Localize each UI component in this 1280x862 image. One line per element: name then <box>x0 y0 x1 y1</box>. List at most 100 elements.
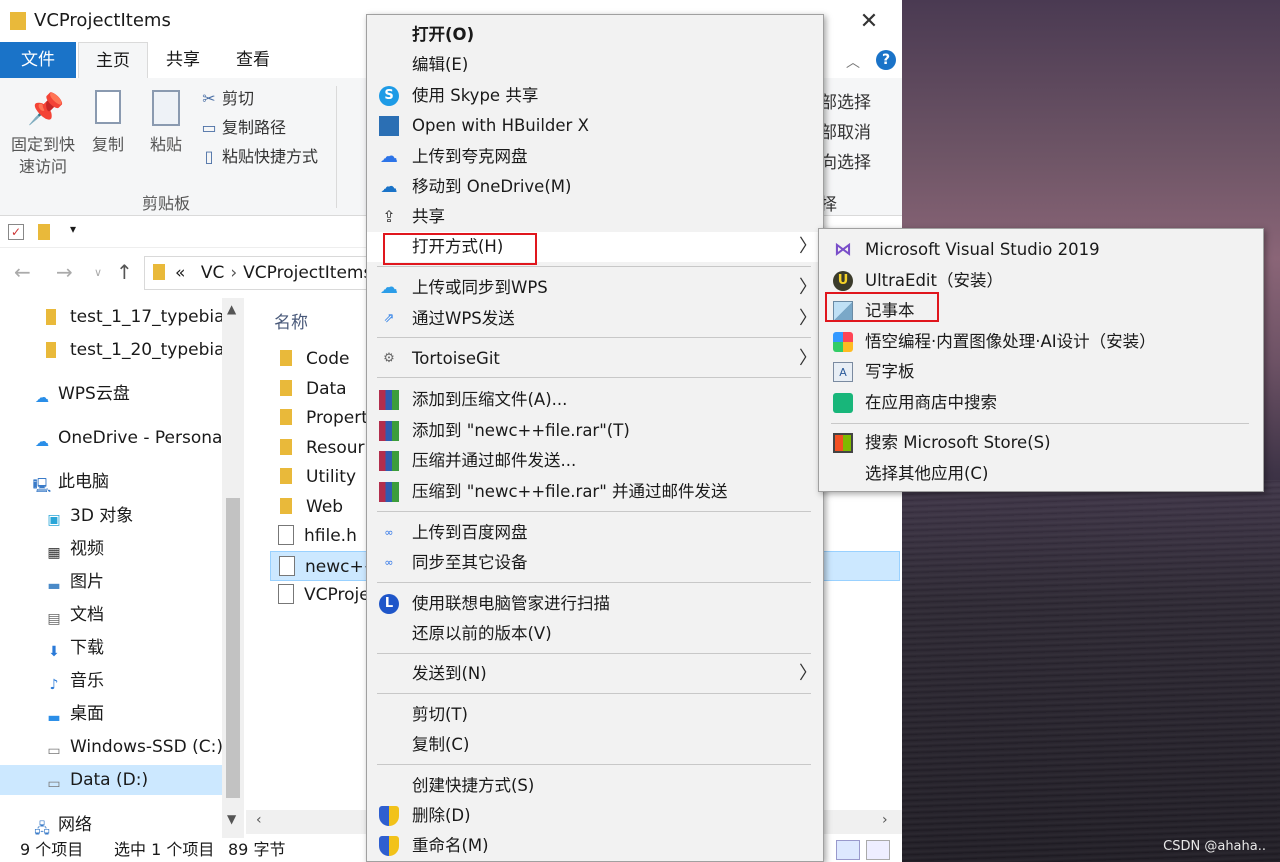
menu-label: 添加到 "newc++file.rar"(T) <box>412 421 630 440</box>
large-icons-view-icon[interactable] <box>866 840 890 860</box>
nav-label: 此电脑 <box>58 472 109 492</box>
file-name: Utility <box>306 467 357 487</box>
nav-3d-objects[interactable]: ▣ 3D 对象 <box>44 501 133 531</box>
nav-drive-d[interactable]: ▭ Data (D:) <box>0 765 222 795</box>
menu-label: 使用 Skype 共享 <box>412 86 539 105</box>
forward-arrow-icon[interactable]: → <box>56 260 73 284</box>
details-view-icon[interactable] <box>836 840 860 860</box>
scroll-thumb[interactable] <box>226 498 240 798</box>
tab-view[interactable]: 查看 <box>218 42 288 78</box>
menu-share[interactable]: ⇪ 共享 <box>367 202 823 232</box>
submenu-arrow-icon: 〉 <box>799 308 817 329</box>
scroll-down-icon[interactable]: ▼ <box>227 812 236 826</box>
app-store-search[interactable]: 在应用商店中搜索 <box>819 388 1263 418</box>
address-overflow[interactable]: « <box>175 263 185 283</box>
menu-label: 使用联想电脑管家进行扫描 <box>412 594 610 613</box>
help-icon[interactable]: ? <box>876 50 896 70</box>
nav-onedrive[interactable]: ☁ OneDrive - Personal <box>32 423 227 453</box>
nav-folder-test120[interactable]: test_1_20_typebian <box>46 335 235 365</box>
paste-button[interactable]: 粘贴 <box>146 90 186 156</box>
nav-music[interactable]: ♪ 音乐 <box>44 666 104 696</box>
menu-quark-upload[interactable]: ☁ 上传到夸克网盘 <box>367 142 823 172</box>
collapse-ribbon-icon[interactable]: ︿ <box>846 52 860 72</box>
tab-share[interactable]: 共享 <box>150 42 216 78</box>
winrar-icon <box>379 451 399 471</box>
app-search-ms-store[interactable]: 搜索 Microsoft Store(S) <box>819 428 1263 458</box>
menu-sync-devices[interactable]: ∞ 同步至其它设备 <box>367 548 823 578</box>
menu-send-to[interactable]: 发送到(N) 〉 <box>367 659 823 689</box>
app-visual-studio[interactable]: ⋈ Microsoft Visual Studio 2019 <box>819 235 1263 265</box>
nav-videos[interactable]: ▦ 视频 <box>44 534 104 564</box>
menu-copy[interactable]: 复制(C) <box>367 730 823 760</box>
menu-open[interactable]: 打开(O) <box>367 20 823 50</box>
menu-hbuilder[interactable]: Open with HBuilder X <box>367 111 823 141</box>
menu-tortoisegit[interactable]: ⚙ TortoiseGit 〉 <box>367 344 823 374</box>
highlight-notepad <box>825 292 939 322</box>
menu-add-archive[interactable]: 添加到压缩文件(A)... <box>367 385 823 415</box>
menu-skype-share[interactable]: S 使用 Skype 共享 <box>367 81 823 111</box>
recent-locations-icon[interactable]: ∨ <box>94 266 102 279</box>
menu-compress-rar-email[interactable]: 压缩到 "newc++file.rar" 并通过邮件发送 <box>367 477 823 507</box>
copy-path-button[interactable]: ▭ 复制路径 <box>200 115 286 141</box>
tab-home[interactable]: 主页 <box>78 42 148 78</box>
up-arrow-icon[interactable]: ↑ <box>116 260 133 284</box>
paste-shortcut-button[interactable]: ▯ 粘贴快捷方式 <box>200 144 318 170</box>
app-choose-other[interactable]: 选择其他应用(C) <box>819 459 1263 489</box>
clipboard-group-label: 剪贴板 <box>142 194 191 213</box>
scroll-up-icon[interactable]: ▲ <box>227 302 236 316</box>
breadcrumb-vc[interactable]: VC <box>201 263 225 283</box>
file-name: Propert <box>306 408 368 428</box>
menu-cut[interactable]: 剪切(T) <box>367 700 823 730</box>
nav-desktop[interactable]: ▬ 桌面 <box>44 699 104 729</box>
menu-separator <box>377 337 811 338</box>
invert-selection-button[interactable]: 向选择 <box>820 148 871 173</box>
nav-label: 视频 <box>70 539 104 559</box>
menu-compress-email[interactable]: 压缩并通过邮件发送... <box>367 446 823 476</box>
menu-baidu-upload[interactable]: ∞ 上传到百度网盘 <box>367 518 823 548</box>
menu-move-onedrive[interactable]: ☁ 移动到 OneDrive(M) <box>367 172 823 202</box>
back-arrow-icon[interactable]: ← <box>14 260 31 284</box>
new-folder-icon[interactable] <box>38 224 50 240</box>
select-none-button[interactable]: 部取消 <box>820 118 871 143</box>
menu-wps-send[interactable]: ⇗ 通过WPS发送 〉 <box>367 304 823 334</box>
nav-folder-test117[interactable]: test_1_17_typebian <box>46 302 235 332</box>
menu-edit[interactable]: 编辑(E) <box>367 50 823 80</box>
breadcrumb-vcprojectitems[interactable]: VCProjectItems <box>243 263 369 283</box>
cloud-icon: ☁ <box>35 390 49 406</box>
menu-lenovo-scan[interactable]: L 使用联想电脑管家进行扫描 <box>367 589 823 619</box>
close-button[interactable]: ✕ <box>852 6 886 38</box>
nav-documents[interactable]: ▤ 文档 <box>44 600 104 630</box>
address-bar[interactable]: « VC › VCProjectItems <box>144 256 370 290</box>
scroll-right-icon[interactable]: › <box>882 812 888 828</box>
tab-file[interactable]: 文件 <box>0 42 76 78</box>
highlight-open-with <box>383 233 537 265</box>
column-header-name[interactable]: 名称 <box>274 308 308 333</box>
nav-label: WPS云盘 <box>58 384 130 404</box>
nav-this-pc[interactable]: 🖳 此电脑 <box>32 467 109 497</box>
nav-scrollbar[interactable]: ▲ ▼ <box>222 298 244 838</box>
select-all-button[interactable]: 部选择 <box>820 88 871 113</box>
nav-downloads[interactable]: ⬇ 下载 <box>44 633 104 663</box>
folder-icon <box>280 380 292 396</box>
customize-toolbar-icon[interactable]: ▾ <box>70 222 76 236</box>
app-wordpad[interactable]: A 写字板 <box>819 357 1263 387</box>
menu-rename[interactable]: 重命名(M) <box>367 831 823 861</box>
menu-restore-versions[interactable]: 还原以前的版本(V) <box>367 619 823 649</box>
network-icon: 🖧 <box>34 821 50 837</box>
properties-checkbox-icon[interactable]: ✓ <box>8 224 24 240</box>
scroll-left-icon[interactable]: ‹ <box>256 812 262 828</box>
nav-drive-c[interactable]: ▭ Windows-SSD (C:) <box>44 732 223 762</box>
nav-network[interactable]: 🖧 网络 <box>32 810 92 840</box>
menu-wps-sync[interactable]: ☁ 上传或同步到WPS 〉 <box>367 273 823 303</box>
app-wukong[interactable]: 悟空编程·内置图像处理·AI设计（安装） <box>819 327 1263 357</box>
menu-add-rar[interactable]: 添加到 "newc++file.rar"(T) <box>367 416 823 446</box>
cut-button[interactable]: ✂ 剪切 <box>200 86 254 112</box>
menu-create-shortcut[interactable]: 创建快捷方式(S) <box>367 771 823 801</box>
nav-pictures[interactable]: ▬ 图片 <box>44 567 104 597</box>
baidu-cloud-icon: ∞ <box>384 526 394 539</box>
pin-quick-access-button[interactable]: 📌 固定到快 速访问 <box>8 90 78 178</box>
copy-button[interactable]: 复制 <box>88 90 128 156</box>
menu-label: 还原以前的版本(V) <box>412 624 552 643</box>
menu-delete[interactable]: 删除(D) <box>367 801 823 831</box>
nav-wps-cloud[interactable]: ☁ WPS云盘 <box>32 379 130 409</box>
